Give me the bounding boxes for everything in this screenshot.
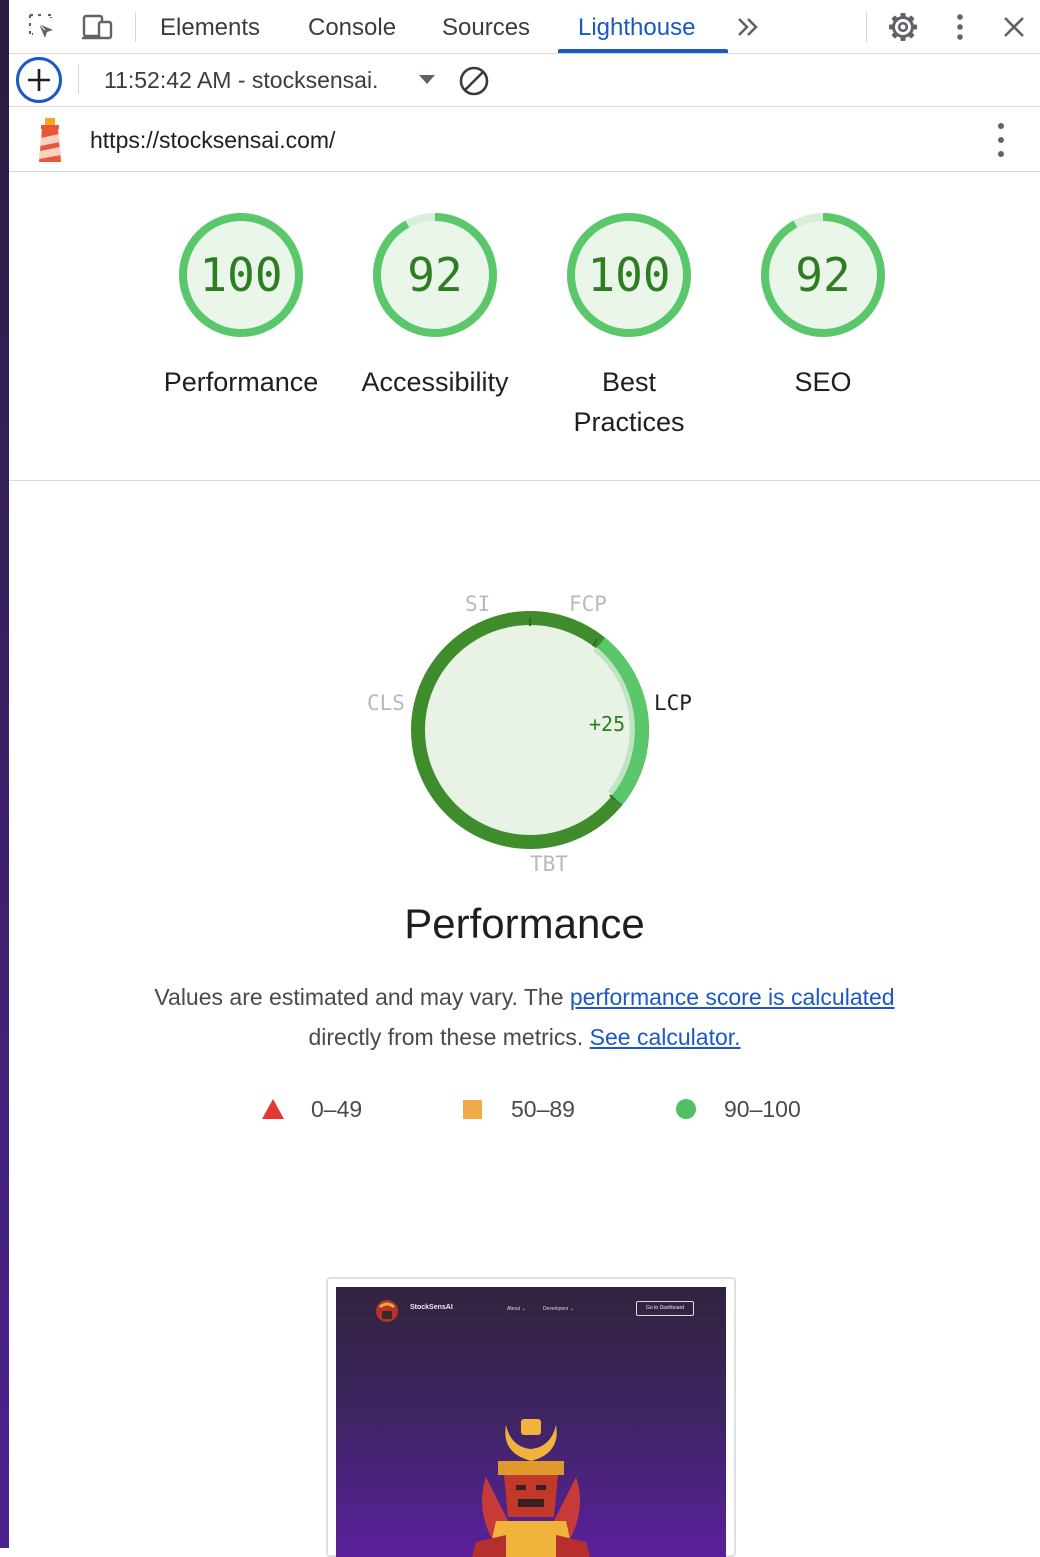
legend-average: 50–89: [463, 1094, 575, 1124]
score-gauge-best-practices[interactable]: 100 Best Practices: [564, 210, 694, 437]
tab-console[interactable]: Console: [308, 0, 396, 53]
score-gauge-accessibility[interactable]: 92 Accessibility: [361, 210, 509, 397]
close-icon[interactable]: [997, 10, 1031, 44]
thumbnail-dashboard-button: Go to Dashboard: [636, 1301, 694, 1316]
devtools-tab-bar: Elements Console Sources Lighthouse: [9, 0, 1040, 54]
thumbnail-brand: StockSensAI: [410, 1304, 453, 1311]
score-label: Performance: [163, 367, 319, 397]
metric-label-tbt: TBT: [530, 852, 568, 876]
lighthouse-logo-icon: [33, 116, 67, 164]
toolbar-separator: [135, 12, 136, 42]
score-label: SEO: [794, 367, 852, 397]
toolbar-separator: [866, 12, 867, 42]
more-tabs-icon[interactable]: [731, 10, 765, 44]
pass-circle-icon: [676, 1099, 696, 1119]
toolbar-separator: [78, 64, 79, 94]
average-square-icon: [463, 1099, 482, 1119]
report-menu-icon[interactable]: [992, 123, 1012, 157]
score-value: 92: [795, 248, 851, 302]
device-toggle-icon[interactable]: [81, 10, 115, 44]
samurai-logo-icon: [372, 1299, 402, 1323]
score-calculation-link[interactable]: performance score is calculated: [570, 984, 895, 1010]
score-value: 100: [587, 248, 671, 302]
lighthouse-toolbar: 11:52:42 AM - stocksensai.: [9, 53, 1040, 107]
screenshot-image: StockSensAI About ⌄ Developers ⌄ Go to D…: [336, 1287, 726, 1557]
legend-fail: 0–49: [262, 1094, 362, 1124]
final-screenshot[interactable]: StockSensAI About ⌄ Developers ⌄ Go to D…: [326, 1277, 736, 1557]
metric-label-fcp: FCP: [569, 592, 607, 616]
score-gauge-performance[interactable]: 100 Performance: [164, 210, 318, 397]
fail-triangle-icon: [262, 1099, 284, 1119]
samurai-illustration: [466, 1417, 596, 1557]
performance-description-line2: directly from these metrics. See calcula…: [308, 1024, 741, 1050]
report-url-bar: https://stocksensai.com/: [9, 107, 1040, 172]
desktop-background-strip: [0, 0, 9, 1548]
score-label: Accessibility: [361, 367, 509, 397]
dropdown-caret-icon[interactable]: [419, 75, 435, 84]
clear-reports-icon[interactable]: [457, 64, 491, 98]
tab-elements[interactable]: Elements: [160, 0, 260, 53]
legend-pass: 90–100: [676, 1094, 801, 1124]
devtools-panel: Elements Console Sources Lighthouse 11:5…: [9, 0, 1040, 1557]
score-value: 100: [199, 248, 283, 302]
thumbnail-nav-developers: Developers ⌄: [543, 1306, 574, 1312]
metric-label-cls: CLS: [367, 691, 405, 715]
see-calculator-link[interactable]: See calculator.: [590, 1024, 741, 1050]
tab-sources[interactable]: Sources: [442, 0, 530, 53]
inspect-element-icon[interactable]: [25, 10, 59, 44]
performance-description-line1: Values are estimated and may vary. The p…: [154, 984, 895, 1010]
performance-title: Performance: [404, 900, 645, 947]
more-options-icon[interactable]: [943, 10, 977, 44]
settings-icon[interactable]: [886, 10, 920, 44]
score-value: 92: [407, 248, 463, 302]
add-report-icon[interactable]: [16, 57, 62, 103]
report-url[interactable]: https://stocksensai.com/: [90, 107, 335, 173]
metric-delta: +25: [589, 712, 626, 736]
report-selector[interactable]: 11:52:42 AM - stocksensai.: [104, 53, 378, 106]
score-gauge-seo[interactable]: 92 SEO: [758, 210, 888, 397]
thumbnail-nav-about: About ⌄: [507, 1306, 526, 1312]
tab-lighthouse[interactable]: Lighthouse: [578, 0, 695, 53]
score-label: Best Practices: [573, 367, 685, 437]
metric-label-lcp[interactable]: LCP: [654, 691, 692, 715]
section-divider: [9, 480, 1040, 481]
metric-label-si: SI: [465, 592, 491, 616]
